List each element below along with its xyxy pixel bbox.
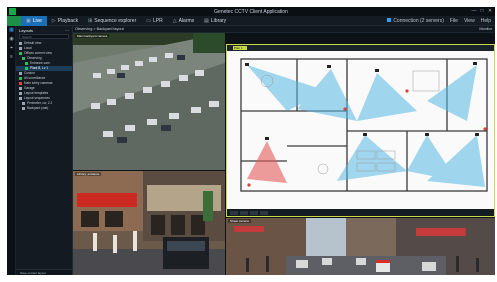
plan-zoom-out-button[interactable] xyxy=(240,210,248,215)
floor-plan-tile[interactable]: Plan 1 xyxy=(226,44,495,217)
layout-status-icon xyxy=(19,72,22,75)
tab-live-label: Live xyxy=(32,17,42,24)
playback-icon: ▷ xyxy=(51,17,56,24)
layout-status-icon xyxy=(19,92,22,95)
layout-status-icon xyxy=(19,87,22,90)
library-street-image xyxy=(73,171,225,275)
menu-bar: ▣ Live ▷ Playback ⊞ Sequence explorer ▭ … xyxy=(7,15,495,26)
tab-sequence-explorer[interactable]: ⊞ Sequence explorer xyxy=(83,16,141,26)
tab-alarms-label: Alarms xyxy=(178,17,195,24)
tile3-label: Library, entrance xyxy=(75,172,102,176)
tab-playback[interactable]: ▷ Playback xyxy=(47,16,83,26)
street-image xyxy=(226,218,495,275)
lpr-icon: ▭ xyxy=(146,17,151,24)
tab-lpr[interactable]: ▭ LPR xyxy=(141,16,167,26)
tab-library-label: Library xyxy=(210,17,227,24)
view-breadcrumb: Observing > Backyard layout Monitor xyxy=(73,26,495,33)
plan-fit-button[interactable] xyxy=(260,210,268,215)
layout-status-icon xyxy=(19,97,22,100)
events-icon[interactable]: ≡ xyxy=(7,53,16,62)
layout-search-input[interactable]: Search xyxy=(19,34,69,39)
tab-live[interactable]: ▣ Live xyxy=(21,15,47,26)
save-layout-button[interactable]: Save current layout xyxy=(16,269,72,275)
plan-zoom-in-button[interactable] xyxy=(230,210,238,215)
tab-sequence-label: Sequence explorer xyxy=(94,17,137,24)
connection-status[interactable]: Connection (2 servers) xyxy=(387,17,444,24)
tile4-label: Street camera xyxy=(228,219,251,223)
view-breadcrumb-label: Observing > Backyard layout xyxy=(75,27,124,31)
alarm-icon: △ xyxy=(172,17,177,24)
layout-status-icon xyxy=(22,57,25,60)
close-button[interactable]: ✕ xyxy=(487,8,493,14)
tab-library[interactable]: ▤ Library xyxy=(199,16,231,26)
menu-file[interactable]: File xyxy=(450,18,458,24)
app-window: Genetec CCTV Client Application — □ ✕ ▣ … xyxy=(7,7,495,275)
camera-tile-parking[interactable]: Main backyard camera xyxy=(73,33,225,170)
maps-icon[interactable]: ⌖ xyxy=(7,44,16,53)
tab-playback-label: Playback xyxy=(57,17,79,24)
layouts-icon[interactable]: ▦ xyxy=(7,26,16,35)
library-icon: ▤ xyxy=(204,17,209,24)
layouts-panel: Layouts ⋯ Search Default view Local Office… xyxy=(16,26,73,275)
parking-lot-image xyxy=(73,33,225,170)
layout-status-icon xyxy=(22,107,25,110)
layout-status-icon xyxy=(19,52,22,55)
menu-help[interactable]: Help xyxy=(481,18,491,24)
plan-tab[interactable]: Plan 1 xyxy=(233,46,247,50)
layout-status-icon xyxy=(19,47,22,50)
tab-lpr-label: LPR xyxy=(153,17,163,24)
layout-status-icon xyxy=(25,67,28,70)
minimize-button[interactable]: — xyxy=(471,8,477,14)
camera-tile-library[interactable]: Library, entrance xyxy=(73,171,225,275)
app-title: Genetec CCTV Client Application xyxy=(214,9,288,15)
tile1-label: Main backyard camera xyxy=(75,34,110,38)
home-button[interactable] xyxy=(7,15,21,26)
layout-tree-item-label: Backyard (wat) xyxy=(27,106,49,110)
live-icon: ▣ xyxy=(26,17,31,24)
connection-label: Connection (2 servers) xyxy=(393,17,444,24)
panel-menu-icon[interactable]: ⋯ xyxy=(65,28,69,33)
layout-tree: Default view Local Offices current view Obs… xyxy=(16,41,72,111)
layout-status-icon xyxy=(25,62,28,65)
layout-status-icon xyxy=(19,77,22,80)
sidebar-icon-strip: ▦ ◉ ⌖ ≡ xyxy=(7,26,16,275)
layouts-title: Layouts xyxy=(19,28,34,33)
connection-icon xyxy=(387,17,392,22)
video-wall: Observing > Backyard layout Monitor Main… xyxy=(73,26,495,275)
layout-status-icon xyxy=(22,102,25,105)
tab-alarms[interactable]: △ Alarms xyxy=(168,16,199,26)
menu-view[interactable]: View xyxy=(464,18,475,24)
cameras-icon[interactable]: ◉ xyxy=(7,35,16,44)
plan-layers-button[interactable] xyxy=(250,210,258,215)
layout-status-icon xyxy=(19,82,22,85)
plan-controls xyxy=(227,209,494,216)
floor-plan-image xyxy=(227,51,494,211)
maximize-button[interactable]: □ xyxy=(479,8,485,14)
monitor-label[interactable]: Monitor xyxy=(479,26,492,33)
sequence-icon: ⊞ xyxy=(88,17,93,24)
camera-tile-street[interactable]: Street camera xyxy=(226,218,495,275)
layout-status-icon xyxy=(19,42,22,45)
layout-tree-item[interactable]: Backyard (wat) xyxy=(16,106,72,111)
